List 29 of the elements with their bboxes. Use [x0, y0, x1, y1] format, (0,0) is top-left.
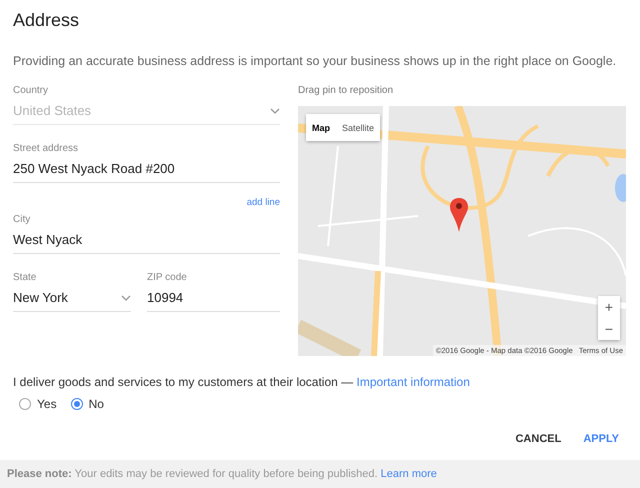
zoom-out-button[interactable]: −	[598, 318, 620, 340]
zoom-in-button[interactable]: +	[598, 296, 620, 318]
input-field[interactable]: West Nyack	[13, 231, 280, 254]
important-information-link[interactable]: Important information	[356, 375, 470, 389]
apply-button[interactable]: APPLY	[576, 427, 626, 451]
radio-label: No	[88, 397, 104, 411]
chevron-down-icon	[121, 295, 131, 301]
radio-button[interactable]	[19, 398, 31, 410]
cancel-button[interactable]: CANCEL	[508, 427, 568, 451]
delivery-question: I deliver goods and services to my customers at their location — Important information	[13, 374, 471, 390]
description-text: Providing an accurate business address is important so your business shows up in the right place on Google.	[13, 53, 618, 69]
field-label: City	[13, 214, 32, 226]
footer-note: Please note: Your edits may be reviewed for quality before being published. Learn more	[7, 468, 437, 480]
radio-label: Yes	[37, 397, 57, 411]
dialog-title: Address	[13, 9, 80, 31]
chevron-down-icon	[270, 108, 280, 114]
map-pin-icon[interactable]	[450, 198, 468, 232]
map-type-tab[interactable]: Map	[306, 114, 336, 141]
field-label: Street address	[13, 143, 80, 155]
radio-button[interactable]	[70, 398, 83, 410]
field-label: ZIP code	[147, 272, 188, 284]
field-label: State	[13, 272, 38, 284]
input-field[interactable]: 250 West Nyack Road #200	[13, 160, 280, 183]
map-type-tab[interactable]: Satellite	[336, 114, 380, 141]
field-label: Country	[13, 85, 50, 97]
add-line-link[interactable]: add line	[246, 197, 280, 208]
input-field[interactable]: 10994	[147, 289, 280, 312]
map-caption: Drag pin to reposition	[298, 85, 394, 97]
select-field[interactable]: New York	[13, 289, 131, 312]
